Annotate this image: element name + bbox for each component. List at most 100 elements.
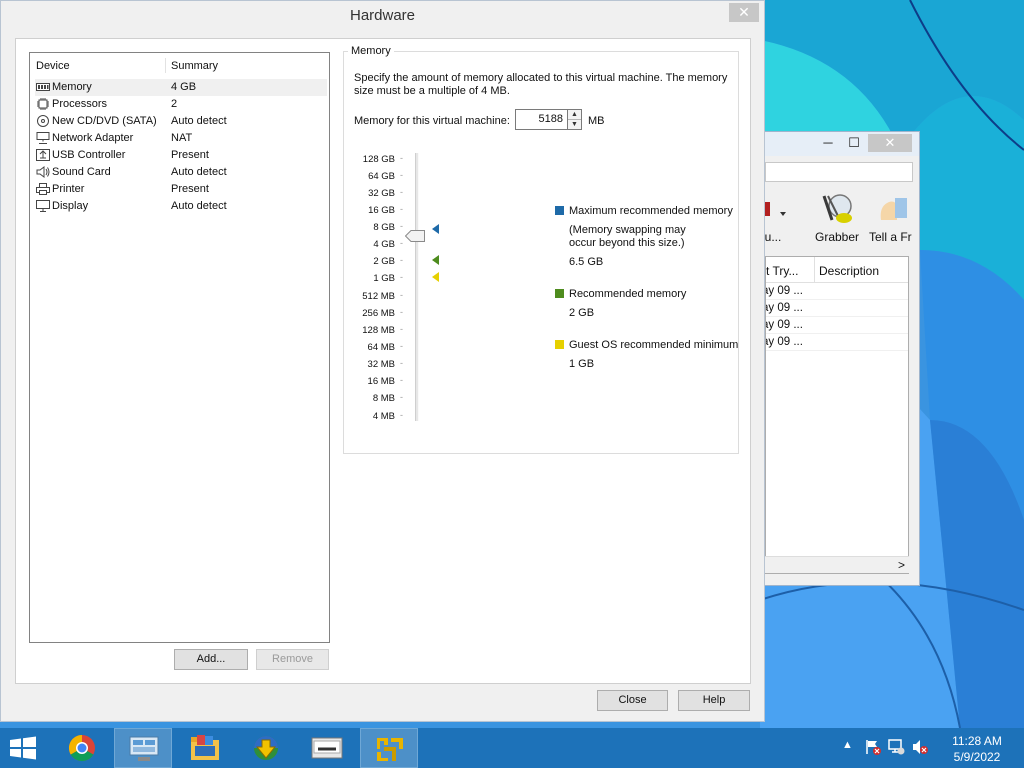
download-manager-icon [254,736,278,760]
taskbar-app-adobe[interactable] [298,728,356,768]
scale-tick: - [400,341,403,351]
scale-tick: - [400,410,403,420]
close-button[interactable]: Close [597,690,668,711]
action-center-flag-icon[interactable] [864,738,882,756]
device-row-processors[interactable]: Processors 2 [35,96,327,113]
monitor-icon [36,200,50,212]
memory-slider-thumb[interactable] [405,230,425,242]
max-memory-label: Maximum recommended memory [569,205,733,217]
tell-a-friend-button[interactable]: Tell a Fr [869,190,919,250]
scale-label: 64 MB [367,342,395,353]
device-summary: Auto detect [171,200,227,212]
network-icon[interactable] [887,738,905,756]
taskbar-app-chrome[interactable] [53,728,111,768]
minimize-icon[interactable]: ─ [815,134,841,152]
scroll-right-icon[interactable]: > [898,558,905,572]
device-summary: 4 GB [171,81,197,93]
scale-tick: - [400,272,403,282]
device-row-display[interactable]: Display Auto detect [35,198,327,215]
taskbar: ▲ 11:28 AM 5/9/2022 [0,728,1024,768]
remove-device-button[interactable]: Remove [256,649,329,670]
scale-label: 128 GB [362,154,395,165]
file-explorer-icon [191,735,219,760]
device-name: Network Adapter [52,132,134,144]
memory-spinner[interactable]: ▲ ▼ [568,109,582,130]
minimum-memory-swatch-icon [555,340,564,349]
spin-down-icon[interactable]: ▼ [568,120,581,130]
list-item-text: ay 09 ... [765,319,803,331]
scale-tick: - [400,392,403,402]
device-name: Processors [52,98,108,110]
toolbar-partial-label: u... [764,230,782,244]
adobe-icon [311,737,343,759]
taskbar-app-download-manager[interactable] [237,728,295,768]
device-row-printer[interactable]: Printer Present [35,181,327,198]
list-item[interactable]: ay 09 ... [766,283,908,300]
background-toolbar: u... Grabber Tell a Fr [761,190,919,250]
close-icon[interactable]: ✕ [868,134,912,152]
device-row-sound-card[interactable]: Sound Card Auto detect [35,164,327,181]
device-row-usb-controller[interactable]: USB Controller Present [35,147,327,164]
remote-desktop-icon [129,736,159,761]
dialog-title: Hardware [349,7,416,24]
scale-label: 256 MB [362,308,395,319]
scale-label: 4 GB [373,239,395,250]
device-row-cd-dvd[interactable]: New CD/DVD (SATA) Auto detect [35,113,327,130]
memory-description: Specify the amount of memory allocated t… [354,72,728,97]
list-item[interactable]: ay 09 ... [766,334,908,351]
taskbar-app-vmware[interactable] [360,728,418,768]
windows-start-icon[interactable] [8,736,38,760]
taskbar-app-file-explorer[interactable] [176,728,234,768]
column-header-device[interactable]: Device [36,60,70,72]
grabber-button[interactable]: Grabber [809,190,865,250]
scale-label: 4 MB [372,411,395,422]
max-memory-value: 6.5 GB [569,256,604,268]
device-row-network-adapter[interactable]: Network Adapter NAT [35,130,327,147]
spin-up-icon[interactable]: ▲ [568,110,581,120]
device-list[interactable]: Device Summary Memory 4 GB Processors 2 … [29,52,330,643]
scale-label: 64 GB [368,171,395,182]
list-item-text: ay 09 ... [765,285,803,297]
minimum-memory-value: 1 GB [569,358,595,370]
list-item[interactable]: ay 09 ... [766,317,908,334]
address-bar[interactable] [765,162,913,182]
horizontal-scrollbar[interactable]: > [765,556,909,573]
scale-tick: - [400,324,403,334]
recommended-memory-swatch-icon [555,289,564,298]
add-device-button[interactable]: Add... [174,649,248,670]
device-row-memory[interactable]: Memory 4 GB [35,79,327,96]
tray-overflow-icon[interactable]: ▲ [842,739,853,751]
scale-label: 512 MB [362,291,395,302]
maximize-icon[interactable]: ☐ [841,134,867,152]
recommended-memory-value: 2 GB [569,307,595,319]
dialog-titlebar[interactable]: Hardware ✕ [1,1,764,31]
clock-time[interactable]: 11:28 AM [942,734,1012,748]
chrome-icon [68,734,95,762]
background-window-titlebar[interactable]: ─ ☐ ✕ [761,132,919,156]
column-header-summary[interactable]: Summary [171,60,218,72]
device-name: Printer [52,183,85,195]
scale-tick: - [400,153,403,163]
printer-icon [36,183,50,195]
column-header-partial[interactable]: st Try... [766,264,798,278]
scale-label: 1 GB [373,273,395,284]
help-button[interactable]: Help [678,690,750,711]
volume-muted-icon[interactable] [911,738,929,756]
clock-date[interactable]: 5/9/2022 [942,750,1012,764]
memory-size-input[interactable]: 5188 [515,109,568,130]
hardware-dialog: Hardware ✕ Device Summary Memory 4 GB Pr… [0,0,765,722]
scale-label: 32 GB [368,188,395,199]
list-header: st Try... Description [766,257,908,283]
minimum-memory-label: Guest OS recommended minimum [569,339,739,351]
scale-label: 32 MB [367,359,395,370]
scale-tick: - [400,255,403,265]
column-header-description[interactable]: Description [819,264,879,278]
close-icon[interactable]: ✕ [729,3,759,22]
device-summary: NAT [171,132,193,144]
background-window[interactable]: ─ ☐ ✕ u... Grabber Tell a Fr t Try... De… [760,131,920,586]
list-item[interactable]: ay 09 ... [766,300,908,317]
taskbar-app-remote-desktop[interactable] [114,728,172,768]
device-list-header: Device Summary [30,53,329,75]
background-list[interactable]: st Try... Description ay 09 ... ay 09 ..… [765,256,909,574]
memory-slider-track[interactable] [415,153,419,421]
